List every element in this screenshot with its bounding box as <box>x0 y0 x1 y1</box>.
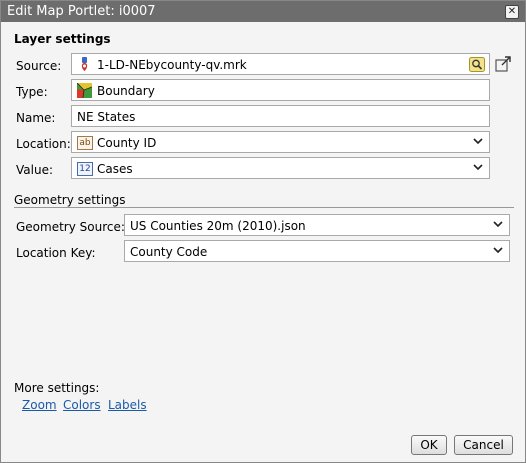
type-value: Boundary <box>97 84 155 98</box>
marker-file-icon <box>81 57 88 71</box>
chevron-down-icon <box>493 221 503 228</box>
zoom-link[interactable]: Zoom <box>22 398 57 412</box>
text-field-badge-icon: ab <box>77 136 93 150</box>
edit-map-portlet-dialog: Edit Map Portlet: i0007 ✕ Layer settings… <box>0 0 526 463</box>
location-label: Location: <box>16 137 71 151</box>
location-value: County ID <box>97 136 157 150</box>
value-label: Value: <box>16 163 53 177</box>
layer-settings-heading: Layer settings <box>14 32 111 46</box>
source-value: 1-LD-NEbycounty-qv.mrk <box>97 58 247 72</box>
title-bar[interactable]: Edit Map Portlet: i0007 ✕ <box>1 1 525 22</box>
name-label: Name: <box>16 111 56 125</box>
name-value: NE States <box>77 110 136 124</box>
numeric-field-badge-icon: 12 <box>77 162 93 176</box>
dialog-title: Edit Map Portlet: i0007 <box>7 4 156 19</box>
chevron-down-icon <box>473 138 483 145</box>
value-select[interactable]: 12 Cases <box>71 157 490 179</box>
geometry-source-label: Geometry Source: <box>16 220 125 234</box>
location-select[interactable]: ab County ID <box>71 131 490 153</box>
chevron-down-icon <box>473 164 483 171</box>
browse-search-icon[interactable] <box>469 57 485 72</box>
open-external-icon[interactable] <box>495 56 511 72</box>
location-key-value: County Code <box>130 245 208 259</box>
boundary-icon <box>77 83 92 98</box>
more-settings-label: More settings: <box>14 381 100 395</box>
labels-link[interactable]: Labels <box>108 398 147 412</box>
chevron-down-icon <box>493 247 503 254</box>
type-label: Type: <box>16 85 48 99</box>
section-divider <box>14 207 514 208</box>
type-field: Boundary <box>71 79 490 101</box>
name-input[interactable]: NE States <box>71 105 490 127</box>
location-key-select[interactable]: County Code <box>124 240 510 262</box>
location-key-label: Location Key: <box>16 246 96 260</box>
value-value: Cases <box>97 162 133 176</box>
geometry-source-select[interactable]: US Counties 20m (2010).json <box>124 214 510 236</box>
geometry-source-value: US Counties 20m (2010).json <box>130 219 306 233</box>
colors-link[interactable]: Colors <box>63 398 101 412</box>
source-field[interactable]: 1-LD-NEbycounty-qv.mrk <box>71 53 490 75</box>
cancel-button[interactable]: Cancel <box>454 435 513 455</box>
close-icon[interactable]: ✕ <box>505 5 519 19</box>
ok-button[interactable]: OK <box>411 435 447 455</box>
geometry-settings-heading: Geometry settings <box>14 193 126 207</box>
source-label: Source: <box>16 59 62 73</box>
